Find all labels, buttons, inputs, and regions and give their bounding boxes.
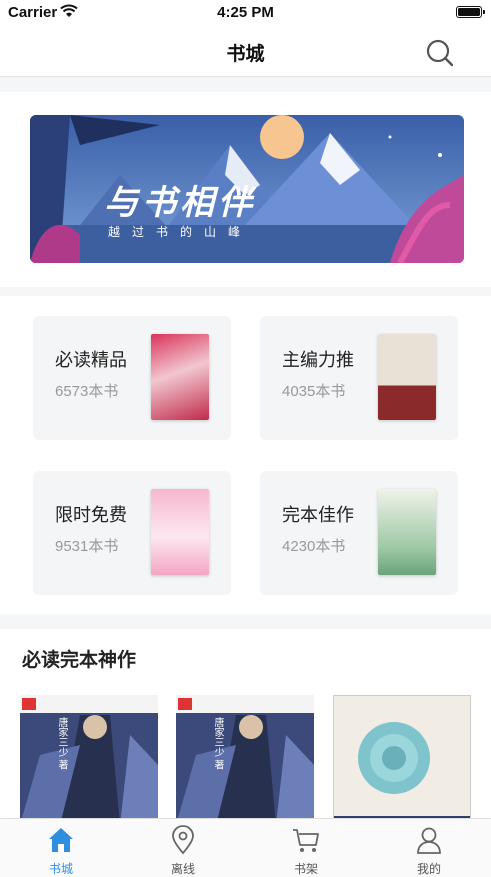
- status-bar: Carrier 4:25 PM: [0, 0, 491, 26]
- location-pin-icon: [172, 825, 194, 855]
- category-card-free[interactable]: 限时免费 9531本书: [33, 471, 231, 595]
- book-cover[interactable]: 唐家三少 著: [176, 695, 314, 825]
- tab-bookstore[interactable]: 书城: [0, 819, 122, 877]
- promo-banner[interactable]: 与书相伴 越过书的山峰: [30, 115, 464, 263]
- book-author: 唐家三少 著: [56, 717, 67, 770]
- book-cover[interactable]: 唐家三少 著: [20, 695, 158, 825]
- battery-icon: [456, 6, 485, 18]
- banner-subtitle: 越过书的山峰: [107, 225, 252, 239]
- nav-bar: 书城: [0, 26, 491, 77]
- tab-offline[interactable]: 离线: [122, 819, 244, 877]
- tab-label: 我的: [416, 862, 441, 876]
- category-count: 9531本书: [55, 538, 119, 555]
- home-icon: [49, 828, 73, 852]
- book-cover[interactable]: [333, 695, 471, 825]
- category-cover-image: [151, 489, 209, 575]
- clock: 4:25 PM: [217, 4, 274, 21]
- tab-bookshelf[interactable]: 书架: [245, 819, 367, 877]
- category-card-finished[interactable]: 完本佳作 4230本书: [260, 471, 458, 595]
- section-title: 必读完本神作: [22, 650, 137, 671]
- banner-title: 与书相伴: [104, 184, 256, 222]
- category-name: 主编力推: [282, 350, 354, 370]
- category-card-zhubian[interactable]: 主编力推 4035本书: [260, 316, 458, 440]
- category-count: 4230本书: [282, 538, 346, 555]
- category-cover-image: [151, 334, 209, 420]
- category-card-bidu[interactable]: 必读精品 6573本书: [33, 316, 231, 440]
- book-author: 唐家三少 著: [212, 717, 223, 770]
- tab-mine[interactable]: 我的: [368, 819, 490, 877]
- tab-bar: 书城 离线 书架 我的: [0, 818, 491, 877]
- featured-section: 必读完本神作 唐家三少 著 唐家三少 著: [0, 629, 491, 825]
- search-icon[interactable]: [425, 38, 455, 68]
- category-cover-image: [378, 489, 436, 575]
- category-name: 限时免费: [55, 505, 127, 525]
- tab-label: 离线: [170, 862, 195, 876]
- category-name: 完本佳作: [282, 505, 354, 525]
- category-grid: 必读精品 6573本书 主编力推 4035本书 限时免费 9531本书 完本佳作…: [0, 296, 491, 614]
- category-cover-image: [378, 334, 436, 420]
- cart-icon: [293, 829, 319, 852]
- page-title: 书城: [226, 44, 265, 65]
- tab-label: 书架: [293, 862, 318, 876]
- tab-label: 书城: [48, 862, 73, 876]
- person-icon: [417, 827, 441, 854]
- category-count: 6573本书: [55, 383, 119, 400]
- category-count: 4035本书: [282, 383, 346, 400]
- banner-container: 与书相伴 越过书的山峰: [0, 92, 491, 287]
- category-name: 必读精品: [55, 350, 127, 370]
